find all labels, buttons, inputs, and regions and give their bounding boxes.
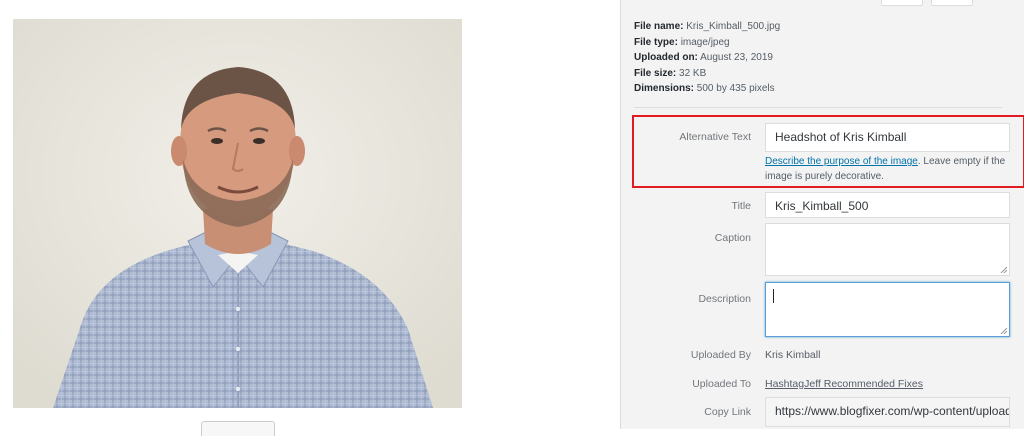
caption-textarea[interactable] — [765, 223, 1010, 276]
uploaded-to-link[interactable]: HashtagJeff Recommended Fixes — [765, 378, 923, 390]
uploaded-on: August 23, 2019 — [700, 52, 773, 63]
file-size: 32 KB — [679, 67, 707, 79]
uploaded-by-label: Uploaded By — [690, 349, 751, 361]
alt-text-highlight-box — [632, 115, 1024, 188]
divider — [634, 107, 1002, 108]
copy-link-input[interactable]: https://www.blogfixer.com/wp-content/upl… — [765, 397, 1010, 427]
caption-label: Caption — [714, 232, 751, 244]
nav-button[interactable] — [931, 0, 973, 6]
file-info: File name: Kris_Kimball_500.jpg File typ… — [634, 21, 781, 94]
file-name: Kris_Kimball_500.jpg — [686, 21, 781, 32]
dimensions: 500 by 435 pixels — [696, 83, 775, 94]
description-textarea[interactable] — [765, 282, 1010, 337]
image-preview-pane — [0, 0, 620, 436]
title-input[interactable]: Kris_Kimball_500 — [765, 192, 1010, 218]
text-caret — [773, 289, 774, 303]
description-label: Description — [698, 293, 751, 305]
headshot-photo — [13, 19, 462, 408]
nav-button[interactable] — [881, 0, 923, 6]
resize-handle-icon[interactable] — [1000, 266, 1007, 273]
copy-link-label: Copy Link — [704, 406, 751, 418]
uploaded-by-value: Kris Kimball — [765, 349, 821, 361]
uploaded-to-label: Uploaded To — [692, 378, 751, 390]
file-type: image/jpeg — [680, 36, 730, 48]
attachment-details-pane: File name: Kris_Kimball_500.jpg File typ… — [620, 0, 1024, 429]
title-label: Title — [731, 200, 751, 212]
resize-handle-icon[interactable] — [1000, 327, 1007, 334]
